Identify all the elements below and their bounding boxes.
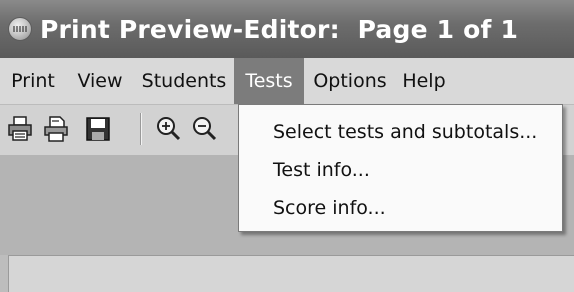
print-icon[interactable] [6,115,34,143]
print-setup-icon[interactable] [42,115,70,143]
tests-dropdown-menu: Select tests and subtotals... Test info.… [238,104,563,232]
app-badge-icon[interactable] [8,17,32,41]
window-title: Print Preview-Editor: Page 1 of 1 [40,14,519,44]
menu-item-score-info[interactable]: Score info... [273,193,386,223]
save-icon[interactable] [84,115,112,143]
menu-options[interactable]: Options [304,58,396,104]
zoom-in-icon[interactable] [154,115,182,143]
title-bar: Print Preview-Editor: Page 1 of 1 [0,0,574,58]
menu-print[interactable]: Print [0,58,66,104]
preview-page [8,255,574,292]
menu-item-test-info[interactable]: Test info... [273,155,370,185]
menu-view[interactable]: View [66,58,134,104]
menu-students[interactable]: Students [134,58,234,104]
menu-help[interactable]: Help [396,58,452,104]
toolbar-separator [140,113,142,145]
menu-tests[interactable]: Tests [234,58,304,104]
menu-bar: Print View Students Tests Options Help [0,58,574,105]
menu-item-select-tests[interactable]: Select tests and subtotals... [273,117,537,147]
zoom-out-icon[interactable] [190,115,218,143]
